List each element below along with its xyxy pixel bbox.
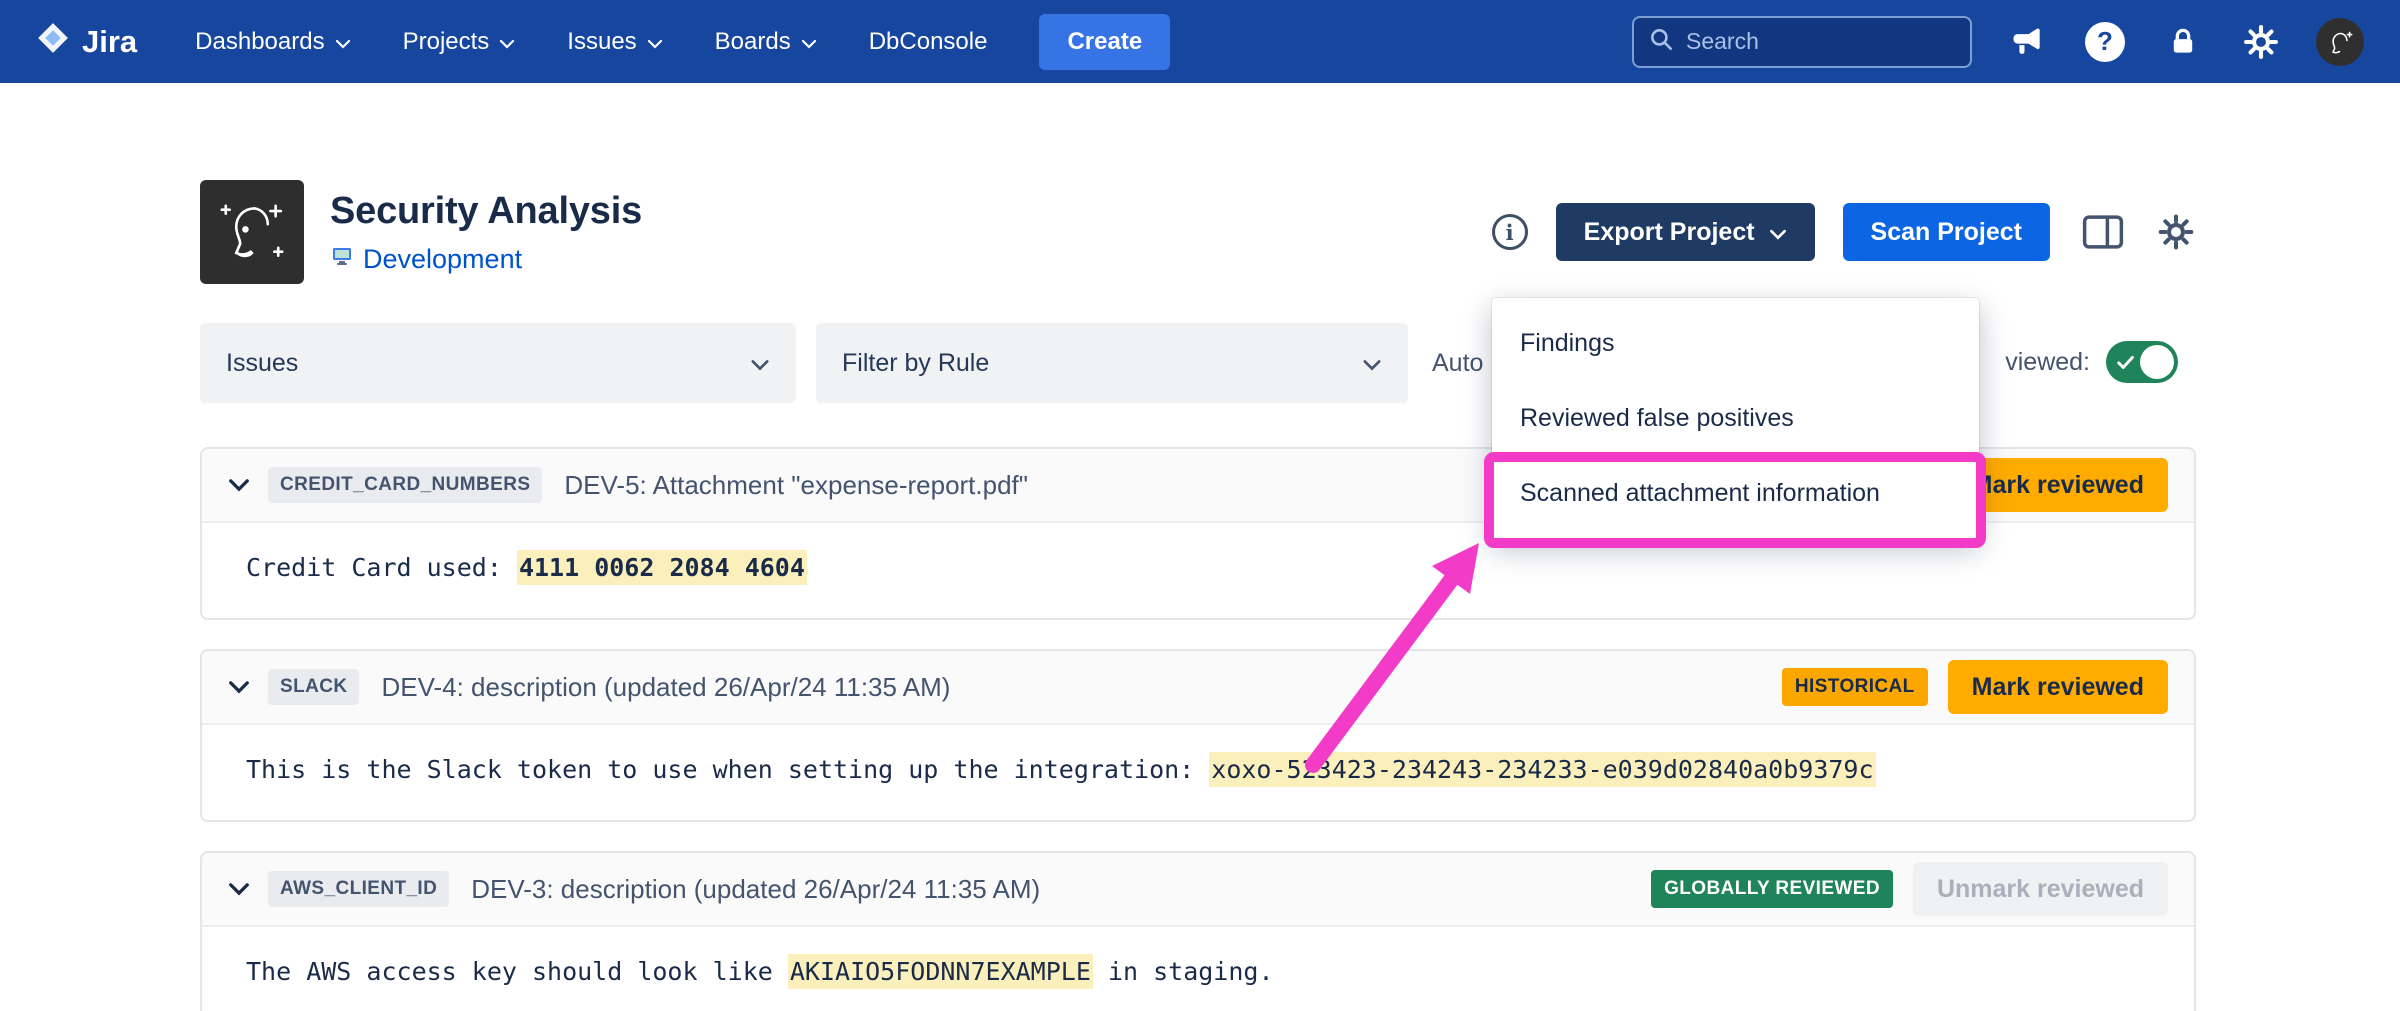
check-icon [2114, 351, 2138, 373]
feedback-megaphone-icon[interactable] [2004, 19, 2050, 65]
autoreviewed-label-end: viewed: [2005, 348, 2090, 377]
globally-reviewed-badge: GLOBALLY REVIEWED [1651, 870, 1893, 908]
reviewed-toggle-group: viewed: [2005, 341, 2178, 383]
brand-label: Jira [82, 24, 137, 60]
chevron-down-icon [801, 28, 817, 56]
page-title: Security Analysis [330, 190, 642, 233]
finding-body: This is the Slack token to use when sett… [202, 725, 2194, 820]
page: Jira Dashboards Projects Issues Boards D… [0, 0, 2400, 1011]
finding-actions: HISTORICAL Mark reviewed [1782, 660, 2168, 714]
rule-filter-dropdown[interactable]: Filter by Rule [816, 323, 1408, 403]
navbar-right: ? [1632, 16, 2364, 68]
expand-chevron-icon[interactable] [228, 478, 250, 492]
project-titles: Security Analysis Development [330, 190, 642, 275]
nav-item-boards[interactable]: Boards [715, 28, 817, 56]
jira-logo-icon [36, 21, 70, 63]
header-actions: i Export Project Scan Project [1492, 203, 2196, 261]
finding-actions: GLOBALLY REVIEWED Unmark reviewed [1651, 862, 2168, 916]
autoreviewed-label-start: Auto [1432, 349, 1483, 378]
project-breadcrumb: Development [330, 244, 642, 275]
export-project-menu: Findings Reviewed false positives Scanne… [1492, 298, 1979, 539]
user-avatar[interactable] [2316, 18, 2364, 66]
chevron-down-icon [1362, 349, 1382, 378]
finding-body: The AWS access key should look like AKIA… [202, 927, 2194, 1011]
toggle-knob [2140, 345, 2174, 379]
lock-icon[interactable] [2160, 19, 2206, 65]
menu-item-label: Findings [1520, 329, 1615, 358]
question-mark-icon: ? [2085, 22, 2125, 62]
issues-dropdown-value: Issues [226, 349, 298, 378]
nav-item-dbconsole[interactable]: DbConsole [869, 28, 988, 56]
finding-card-dev3: AWS_CLIENT_ID DEV-3: description (update… [200, 851, 2196, 1011]
scan-project-button[interactable]: Scan Project [1843, 203, 2050, 261]
create-button[interactable]: Create [1039, 14, 1170, 70]
search-icon [1648, 26, 1674, 57]
nav-item-projects[interactable]: Projects [403, 28, 516, 56]
expand-chevron-icon[interactable] [228, 882, 250, 896]
finding-title: DEV-4: description (updated 26/Apr/24 11… [381, 672, 950, 703]
finding-card-header: SLACK DEV-4: description (updated 26/Apr… [202, 651, 2194, 725]
secret-highlight: xoxo-523423-234243-234233-e039d02840a0b9… [1209, 752, 1875, 787]
chevron-down-icon [750, 349, 770, 378]
finding-card-dev4: SLACK DEV-4: description (updated 26/Apr… [200, 649, 2196, 822]
reviewed-toggle[interactable] [2106, 341, 2178, 383]
menu-item-scanned-attachment-information[interactable]: Scanned attachment information [1492, 456, 1979, 531]
nav-label: Boards [715, 28, 791, 56]
rule-badge: CREDIT_CARD_NUMBERS [268, 467, 542, 503]
settings-gear-icon[interactable] [2238, 19, 2284, 65]
menu-item-label: Scanned attachment information [1520, 479, 1880, 508]
monitor-icon [330, 244, 354, 275]
project-avatar [200, 180, 304, 284]
nav-label: Projects [403, 28, 490, 56]
nav-item-issues[interactable]: Issues [567, 28, 662, 56]
mark-reviewed-button[interactable]: Mark reviewed [1948, 458, 2168, 512]
expand-chevron-icon[interactable] [228, 680, 250, 694]
top-navbar: Jira Dashboards Projects Issues Boards D… [0, 0, 2400, 83]
issues-dropdown[interactable]: Issues [200, 323, 796, 403]
secret-highlight: 4111 0062 2084 4604 [517, 550, 807, 585]
unmark-reviewed-button[interactable]: Unmark reviewed [1913, 862, 2168, 916]
help-icon[interactable]: ? [2082, 19, 2128, 65]
project-link[interactable]: Development [363, 244, 522, 275]
search-box[interactable] [1632, 16, 1972, 68]
detail-view-icon[interactable] [2082, 214, 2124, 250]
info-icon[interactable]: i [1492, 214, 1528, 250]
mark-reviewed-button[interactable]: Mark reviewed [1948, 660, 2168, 714]
secret-highlight: AKIAIO5FODNN7EXAMPLE [788, 954, 1093, 989]
chevron-down-icon [499, 28, 515, 56]
finding-text-prefix: The AWS access key should look like [246, 957, 788, 986]
nav-label: Issues [567, 28, 636, 56]
chevron-down-icon [647, 28, 663, 56]
project-header: Security Analysis Development i Export P… [200, 180, 2196, 284]
menu-item-findings[interactable]: Findings [1492, 306, 1979, 381]
finding-card-header: AWS_CLIENT_ID DEV-3: description (update… [202, 853, 2194, 927]
rule-filter-value: Filter by Rule [842, 349, 989, 378]
finding-text-prefix: This is the Slack token to use when sett… [246, 755, 1209, 784]
export-project-button[interactable]: Export Project [1556, 203, 1815, 261]
jira-logo[interactable]: Jira [36, 21, 137, 63]
finding-actions: Mark reviewed [1948, 458, 2168, 512]
chevron-down-icon [335, 28, 351, 56]
page-settings-gear-icon[interactable] [2156, 212, 2196, 252]
main-nav: Dashboards Projects Issues Boards DbCons… [195, 28, 987, 56]
finding-title: DEV-5: Attachment "expense-report.pdf" [564, 470, 1028, 501]
nav-label: Dashboards [195, 28, 324, 56]
export-project-label: Export Project [1584, 218, 1755, 247]
finding-title: DEV-3: description (updated 26/Apr/24 11… [471, 874, 1040, 905]
chevron-down-icon [1769, 218, 1787, 247]
rule-badge: SLACK [268, 669, 359, 705]
menu-item-reviewed-false-positives[interactable]: Reviewed false positives [1492, 381, 1979, 456]
historical-badge: HISTORICAL [1782, 668, 1928, 706]
finding-text-suffix: in staging. [1093, 957, 1274, 986]
menu-item-label: Reviewed false positives [1520, 404, 1794, 433]
nav-item-dashboards[interactable]: Dashboards [195, 28, 350, 56]
search-input[interactable] [1686, 28, 1956, 55]
rule-badge: AWS_CLIENT_ID [268, 871, 449, 907]
nav-label: DbConsole [869, 28, 988, 56]
finding-text-prefix: Credit Card used: [246, 553, 517, 582]
